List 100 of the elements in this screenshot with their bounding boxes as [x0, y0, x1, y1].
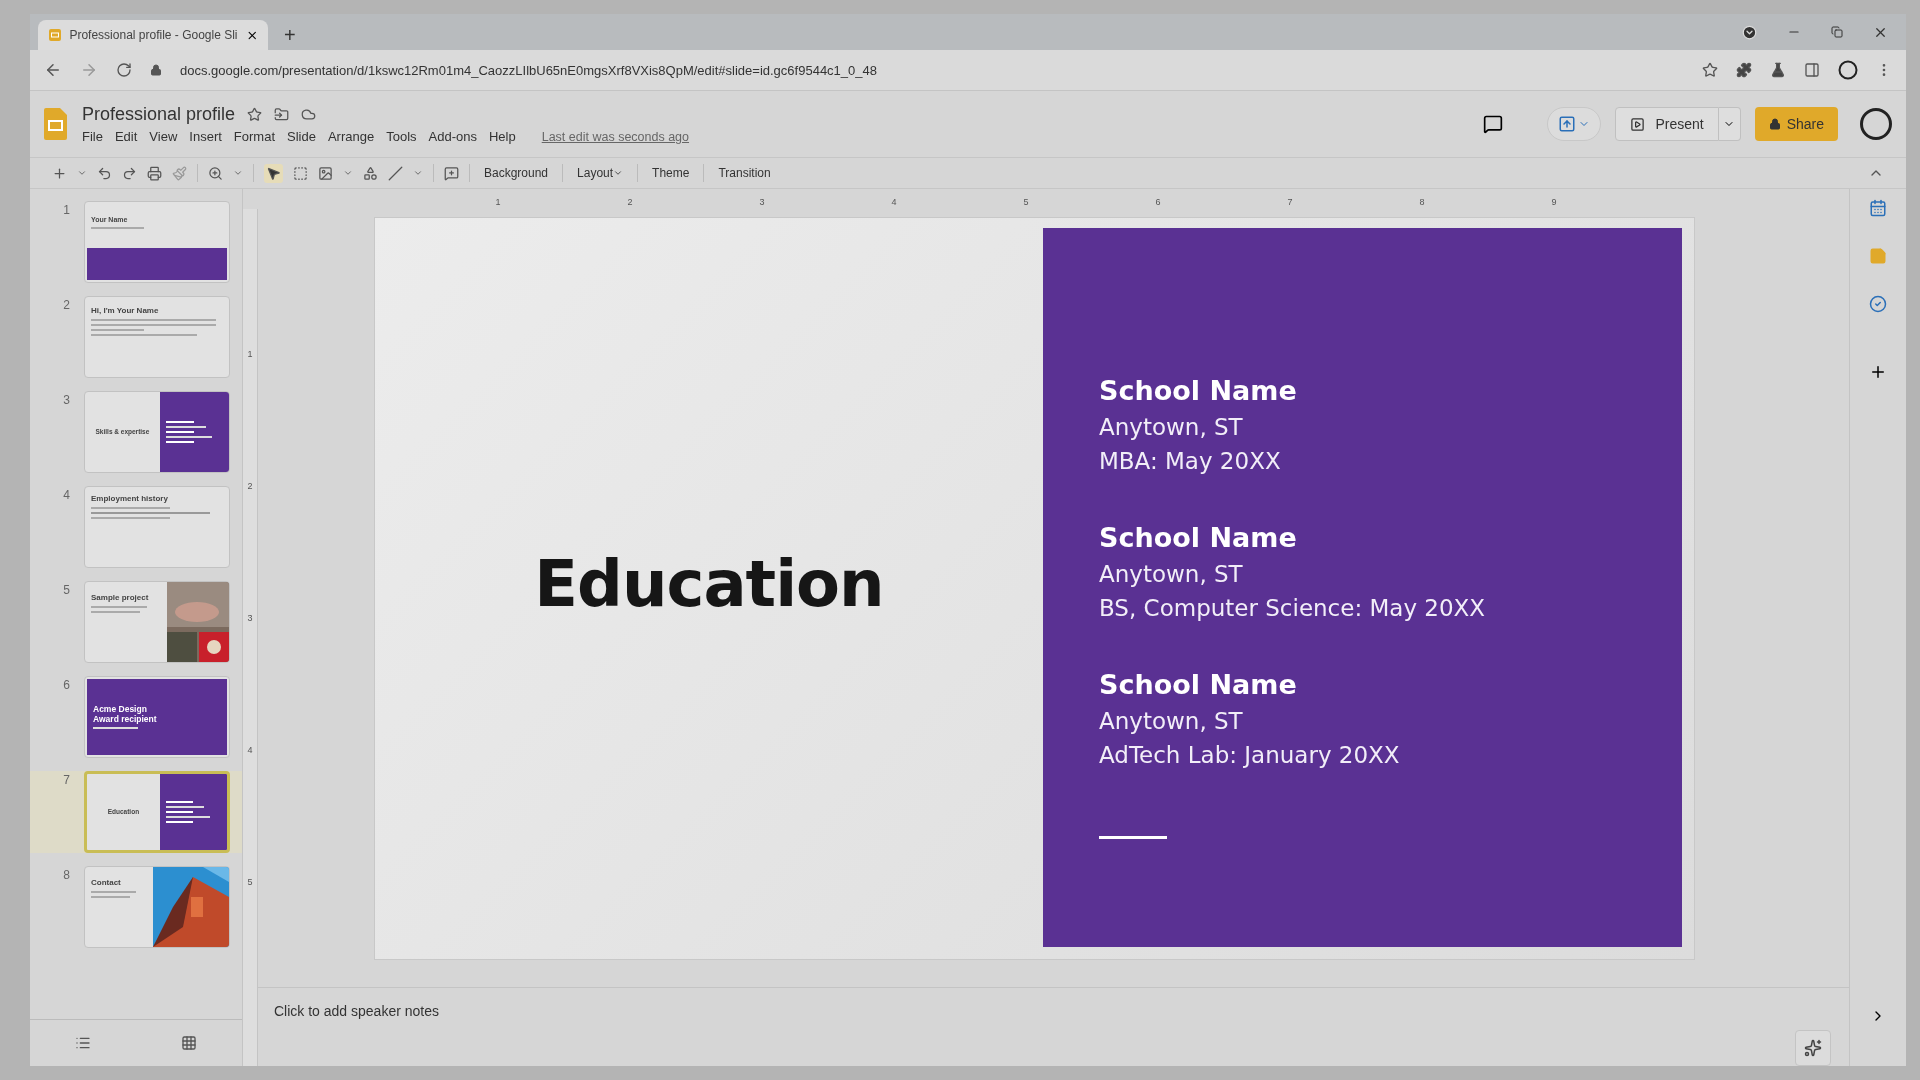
redo-icon[interactable]	[122, 165, 137, 181]
filmstrip-view-icon[interactable]	[75, 1035, 91, 1051]
ruler-number: 5	[1023, 197, 1029, 209]
browser-tab[interactable]: Professional profile - Google Sli	[38, 20, 268, 50]
slide-thumbnail[interactable]: Acme Design Award recipient	[84, 676, 230, 758]
star-icon[interactable]	[247, 107, 263, 122]
menu-item[interactable]: File	[82, 129, 103, 144]
thumbnail-title: Acme Design Award recipient	[93, 705, 158, 724]
school-location: Anytown, ST	[1099, 561, 1244, 588]
explore-button[interactable]	[1795, 1030, 1831, 1066]
school-location: Anytown, ST	[1099, 414, 1244, 441]
line-icon[interactable]	[388, 165, 403, 181]
slide-number: 5	[62, 583, 70, 597]
undo-icon[interactable]	[97, 165, 112, 181]
upload-icon	[1558, 115, 1577, 133]
thumbnail-title: Sample project	[91, 594, 150, 603]
tasks-icon[interactable]	[1869, 295, 1887, 313]
accent-line	[1099, 836, 1167, 840]
share-button[interactable]: Share	[1754, 107, 1838, 141]
ruler-number: 2	[627, 197, 633, 209]
ruler-number: 6	[1155, 197, 1161, 209]
menu-item[interactable]: View	[149, 129, 178, 144]
ruler-number: 7	[1287, 197, 1293, 209]
thumbnail-title: Hi, I'm Your Name	[91, 307, 160, 316]
flask-icon[interactable]	[1770, 62, 1786, 78]
side-panel-icon[interactable]	[1804, 62, 1820, 78]
ruler-number: 3	[759, 197, 765, 209]
menu-item[interactable]: Edit	[114, 129, 138, 144]
present-button[interactable]: Present	[1615, 107, 1719, 141]
slide-thumbnail[interactable]: Contact	[84, 866, 230, 948]
ruler-number: 4	[891, 197, 897, 209]
add-icon[interactable]	[1869, 363, 1887, 381]
add-comment-icon[interactable]	[444, 165, 459, 181]
cloud-icon[interactable]	[301, 107, 317, 122]
extensions-icon[interactable]	[1736, 62, 1752, 78]
slide-number: 4	[62, 488, 70, 502]
menu-item[interactable]: Tools	[386, 129, 417, 144]
thumbnail-title: Employment history	[91, 495, 169, 504]
menu-item[interactable]: Insert	[189, 129, 222, 144]
upload-button[interactable]	[1547, 107, 1602, 141]
caret-icon[interactable]	[77, 168, 87, 178]
image-icon[interactable]	[318, 165, 333, 181]
slide-thumbnail[interactable]: Hi, I'm Your Name	[84, 296, 230, 378]
lock-icon	[1768, 118, 1781, 130]
speaker-notes-field[interactable]: Click to add speaker notes	[272, 1002, 676, 1020]
caret-icon[interactable]	[343, 168, 353, 178]
degree-text: MBA: May 20XX	[1099, 448, 1282, 475]
toolbar-button[interactable]: Theme	[648, 166, 694, 180]
school-name: School Name	[1099, 522, 1298, 554]
calendar-icon[interactable]	[1869, 199, 1887, 217]
toolbar-button[interactable]: Transition	[714, 166, 775, 180]
back-icon[interactable]	[44, 61, 62, 79]
thumbnail-title: Contact	[91, 879, 122, 888]
grid-view-icon[interactable]	[181, 1035, 197, 1051]
ruler-number: 9	[1551, 197, 1557, 209]
slide-number: 2	[62, 298, 70, 312]
ruler-number: 2	[247, 481, 253, 491]
menu-item[interactable]: Format	[233, 129, 275, 144]
print-icon[interactable]	[147, 165, 162, 181]
slide-number: 1	[62, 203, 70, 217]
caret-icon[interactable]	[413, 168, 423, 178]
degree-text: AdTech Lab: January 20XX	[1099, 742, 1401, 769]
menu-item[interactable]: Help	[488, 129, 516, 144]
comments-icon[interactable]	[1483, 114, 1504, 134]
ruler-number: 4	[247, 745, 253, 755]
profile-icon[interactable]	[1838, 60, 1858, 80]
address-field[interactable]: docs.google.com/presentation/d/1kswc12Rm01m4_CaozzLIlbU65nE0mgsXrf8VXis8QpM/edit#slide=id.gc6f9544c1_0_48	[180, 62, 877, 78]
zoom-icon[interactable]	[208, 165, 223, 181]
new-tab-button[interactable]: +	[278, 20, 302, 50]
school-location: Anytown, ST	[1099, 708, 1244, 735]
slide-thumbnail[interactable]: Sample project	[84, 581, 230, 663]
last-edit-link[interactable]: Last edit was seconds ago	[541, 129, 690, 144]
play-icon	[1630, 116, 1646, 132]
degree-text: BS, Computer Science: May 20XX	[1099, 595, 1487, 622]
slide-title: Education	[534, 547, 884, 622]
slide-number: 6	[62, 678, 70, 692]
tab-title: Professional profile - Google Sli	[69, 28, 238, 42]
ruler-number: 5	[247, 877, 253, 887]
menu-item[interactable]: Add-ons	[428, 129, 477, 144]
add-icon[interactable]	[52, 165, 67, 181]
restore-icon[interactable]	[1831, 26, 1843, 38]
shapes-icon[interactable]	[363, 165, 378, 181]
menu-item[interactable]: Slide	[287, 129, 316, 144]
menu-item[interactable]: Arrange	[327, 129, 375, 144]
move-folder-icon[interactable]	[274, 107, 290, 122]
toolbar-button[interactable]: Background	[480, 166, 553, 180]
select-tool[interactable]	[264, 163, 283, 183]
toolbar-button[interactable]: Layout	[573, 166, 628, 180]
caret-icon[interactable]	[233, 168, 243, 178]
slide-number: 8	[62, 868, 70, 882]
tab-search-icon[interactable]	[1742, 24, 1757, 40]
school-name: School Name	[1099, 375, 1298, 407]
avatar[interactable]	[1860, 108, 1892, 140]
slide-number: 3	[62, 393, 70, 407]
document-title[interactable]: Professional profile	[82, 104, 236, 125]
ruler-number: 1	[247, 349, 253, 359]
text-box-icon[interactable]	[293, 165, 308, 181]
slide-thumbnail[interactable]: Employment history	[84, 486, 230, 568]
star-icon[interactable]	[1702, 62, 1718, 78]
reload-icon[interactable]	[116, 62, 132, 78]
